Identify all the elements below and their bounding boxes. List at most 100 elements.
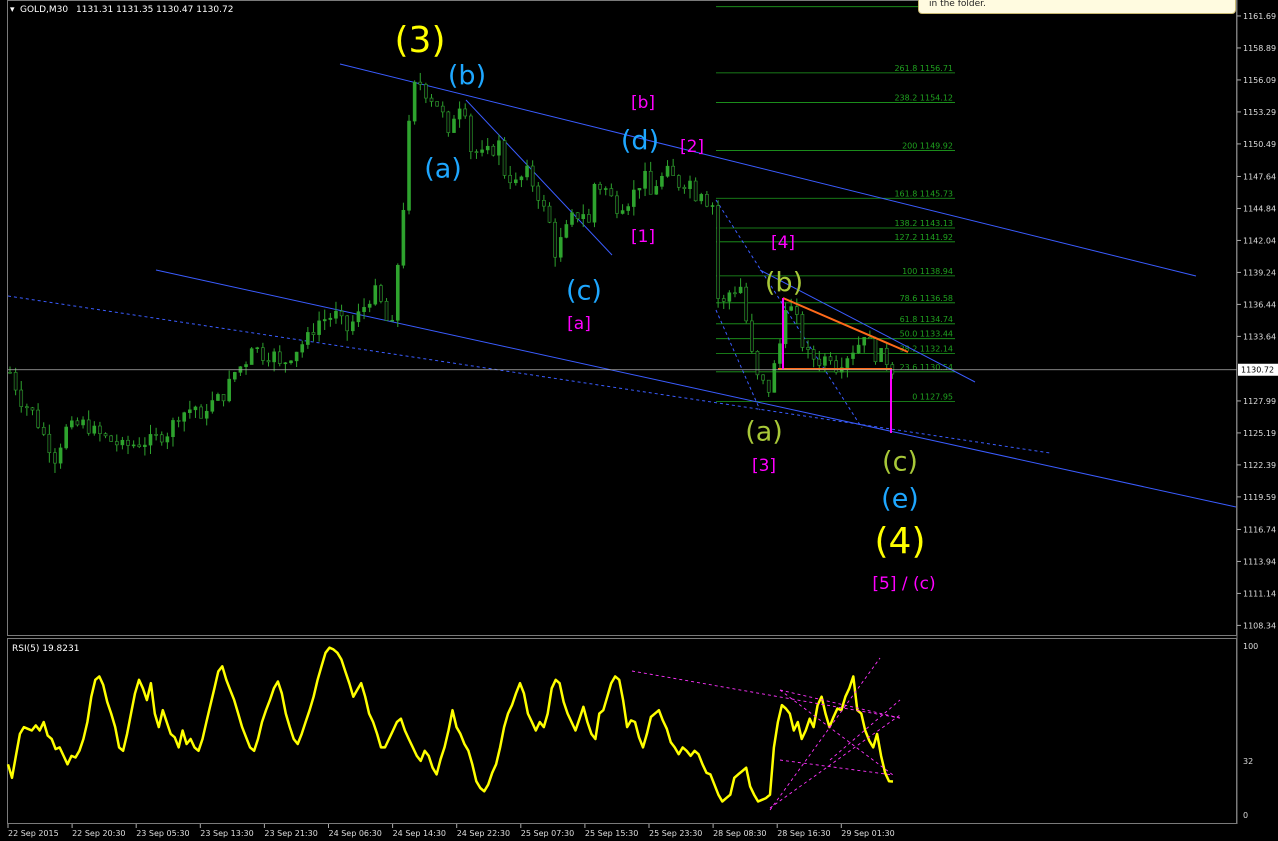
candle-body — [70, 420, 74, 428]
candle-body — [351, 321, 355, 332]
price-tick-label: 1139.24 — [1243, 268, 1276, 277]
candle-body — [171, 420, 175, 438]
candle-body — [699, 194, 704, 202]
collapse-arrow-icon[interactable]: ▾ — [10, 5, 15, 15]
candle-body — [407, 120, 411, 211]
candle-body — [817, 358, 822, 366]
time-tick-label: 28 Sep 16:30 — [777, 829, 830, 838]
price-tick-label: 1136.44 — [1243, 300, 1276, 309]
time-tick-label: 23 Sep 21:30 — [264, 829, 317, 838]
candle-body — [41, 426, 46, 435]
candle-body — [761, 374, 765, 381]
candle-body — [424, 84, 428, 99]
candle-body — [626, 206, 631, 211]
candle-body — [289, 360, 293, 364]
candle-body — [227, 378, 231, 402]
wave-label: (4) — [875, 521, 926, 562]
price-tick-label: 1133.64 — [1243, 332, 1276, 341]
price-tick-label: 1142.04 — [1243, 236, 1276, 245]
candle-body — [581, 214, 586, 220]
time-tick-label: 28 Sep 08:30 — [713, 829, 766, 838]
candle-body — [58, 447, 63, 464]
candle-body — [508, 175, 512, 184]
candle-body — [828, 356, 833, 362]
symbol-title: GOLD,M30 — [20, 5, 68, 15]
candle-body — [469, 115, 473, 152]
candle-body — [783, 310, 788, 345]
chart-canvas[interactable]: 300261.8 1156.71238.2 1154.12200 1149.92… — [0, 0, 1278, 841]
candle-body — [705, 194, 709, 207]
candle-body — [75, 420, 80, 426]
time-tick-label: 29 Sep 01:30 — [841, 829, 894, 838]
candle-body — [435, 101, 439, 107]
candle-body — [266, 360, 271, 363]
candle-body — [862, 337, 867, 346]
candle-body — [553, 221, 557, 258]
candle-body — [261, 347, 265, 361]
time-tick-label: 24 Sep 22:30 — [457, 829, 510, 838]
candle-body — [716, 205, 720, 299]
fib-level-label: 78.6 1136.58 — [900, 294, 953, 303]
candle-body — [750, 320, 754, 352]
rsi-tick-label: 100 — [1243, 642, 1258, 651]
candle-body — [811, 349, 816, 360]
candle-body — [36, 409, 40, 428]
candle-body — [485, 145, 490, 151]
candle-body — [738, 286, 743, 294]
candle-body — [86, 419, 91, 434]
price-tick-label: 1108.34 — [1243, 621, 1276, 630]
candle-body — [542, 200, 546, 207]
wave-label: (a) — [745, 417, 783, 448]
price-tick-label: 1153.29 — [1243, 108, 1276, 117]
candle-body — [823, 356, 827, 366]
candle-body — [143, 444, 147, 447]
price-tick-label: 1150.49 — [1243, 140, 1276, 149]
candle-body — [412, 81, 417, 122]
notification-bubble[interactable]: in the folder. — [918, 0, 1236, 14]
candle-body — [547, 205, 552, 223]
candle-body — [176, 420, 181, 422]
candle-body — [794, 306, 799, 315]
fib-level-label: 238.2 1154.12 — [894, 93, 953, 102]
candle-body — [452, 118, 456, 133]
candle-body — [64, 426, 68, 449]
candle-body — [682, 186, 687, 190]
candle-body — [109, 435, 113, 442]
candle-body — [615, 195, 619, 214]
wave-label: (b) — [448, 61, 486, 92]
candle-body — [13, 372, 18, 391]
candle-body — [311, 332, 316, 335]
candle-body — [165, 436, 170, 443]
candle-body — [30, 407, 35, 411]
candle-body — [530, 165, 535, 187]
candle-body — [81, 419, 85, 426]
time-tick-label: 25 Sep 15:30 — [585, 829, 638, 838]
candle-body — [199, 406, 203, 419]
candle-body — [637, 188, 642, 191]
candle-body — [851, 352, 855, 359]
candle-body — [103, 433, 108, 437]
rsi-tick-label: 0 — [1243, 811, 1248, 820]
candle-body — [845, 358, 850, 368]
candle-body — [800, 314, 805, 348]
candle-body — [188, 409, 192, 413]
candle-body — [778, 343, 782, 364]
candle-body — [457, 108, 462, 120]
candle-body — [233, 372, 237, 380]
candle-body — [322, 319, 327, 322]
candle-body — [727, 292, 732, 302]
wave-label: [b] — [631, 93, 655, 113]
candle-body — [643, 170, 647, 189]
candle-body — [755, 350, 760, 376]
candle-body — [283, 362, 288, 365]
wave-label: [3] — [752, 456, 776, 476]
candle-body — [356, 311, 361, 323]
fib-level-label: 61.8 1134.74 — [900, 315, 953, 324]
candle-body — [480, 149, 484, 153]
candle-body — [620, 210, 625, 214]
candle-body — [137, 444, 142, 447]
candle-body — [98, 425, 102, 434]
candle-body — [766, 379, 771, 393]
fib-level-label: 138.2 1143.13 — [894, 219, 953, 228]
candle-body — [244, 364, 248, 368]
